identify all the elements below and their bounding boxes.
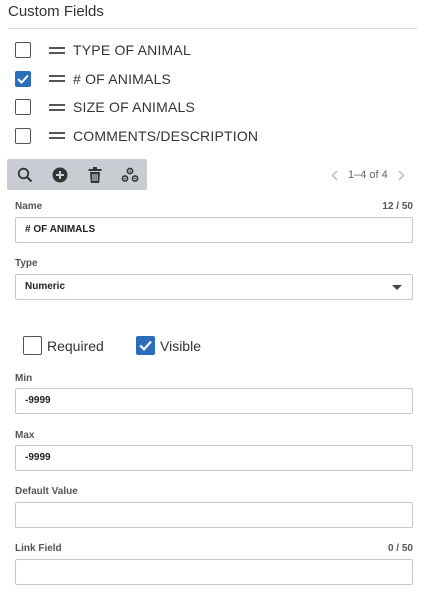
field-list: TYPE OF ANIMAL # OF ANIMALS SIZE OF ANIM… [15, 36, 415, 150]
pagination: 1–4 of 4 [327, 166, 409, 184]
checkmark-icon [17, 74, 29, 84]
checkmark-icon [139, 340, 152, 351]
field-checkbox[interactable] [15, 42, 31, 59]
prev-page-button[interactable] [327, 166, 341, 184]
drag-handle-icon[interactable] [49, 75, 65, 83]
settings-button[interactable] [112, 159, 147, 190]
min-input[interactable]: -9999 [15, 388, 413, 414]
delete-field-button[interactable] [77, 159, 112, 190]
chevron-right-icon [398, 170, 405, 180]
field-toolbar [7, 159, 147, 190]
page-info: 1–4 of 4 [348, 169, 388, 181]
field-label: SIZE OF ANIMALS [73, 99, 196, 116]
field-checkbox[interactable] [15, 99, 31, 116]
list-item[interactable]: SIZE OF ANIMALS [15, 93, 415, 122]
name-label: Name [15, 201, 43, 212]
link-field-label: Link Field [15, 543, 62, 554]
list-item[interactable]: COMMENTS/DESCRIPTION [15, 122, 415, 151]
chevron-left-icon [331, 170, 337, 180]
default-value-input[interactable] [15, 502, 413, 528]
drag-handle-icon[interactable] [49, 103, 65, 111]
list-item[interactable]: TYPE OF ANIMAL [15, 36, 415, 65]
field-checkbox[interactable] [15, 70, 31, 87]
next-page-button[interactable] [395, 166, 409, 184]
type-select[interactable]: Numeric [15, 274, 413, 300]
required-option[interactable]: Required [23, 336, 104, 355]
caret-down-icon [392, 284, 402, 290]
max-input[interactable]: -9999 [15, 445, 413, 471]
custom-fields-header: Custom Fields [8, 2, 417, 29]
default-value-label: Default Value [15, 486, 78, 497]
required-label: Required [47, 337, 104, 354]
link-field-input[interactable] [15, 559, 413, 585]
link-field-char-count: 0 / 50 [387, 543, 413, 554]
list-item[interactable]: # OF ANIMALS [15, 65, 415, 94]
search-icon [17, 167, 32, 182]
visible-option[interactable]: Visible [136, 336, 201, 355]
min-label: Min [15, 373, 33, 384]
field-checkbox[interactable] [15, 127, 31, 144]
drag-handle-icon[interactable] [49, 46, 65, 54]
name-input[interactable]: # OF ANIMALS [15, 217, 413, 243]
visible-checkbox[interactable] [136, 336, 155, 355]
field-label: COMMENTS/DESCRIPTION [73, 127, 259, 144]
page-title: Custom Fields [8, 3, 104, 20]
field-label: # OF ANIMALS [73, 70, 172, 87]
add-circle-icon [52, 167, 67, 182]
visible-label: Visible [160, 337, 201, 354]
settings-icon [121, 167, 138, 182]
type-label: Type [15, 258, 38, 269]
trash-icon [88, 166, 101, 183]
drag-handle-icon[interactable] [49, 132, 65, 140]
max-label: Max [15, 430, 35, 441]
field-label: TYPE OF ANIMAL [73, 42, 191, 59]
search-button[interactable] [7, 159, 42, 190]
type-select-value: Numeric [25, 281, 66, 292]
name-char-count: 12 / 50 [382, 201, 413, 212]
required-checkbox[interactable] [23, 336, 42, 355]
add-field-button[interactable] [42, 159, 77, 190]
